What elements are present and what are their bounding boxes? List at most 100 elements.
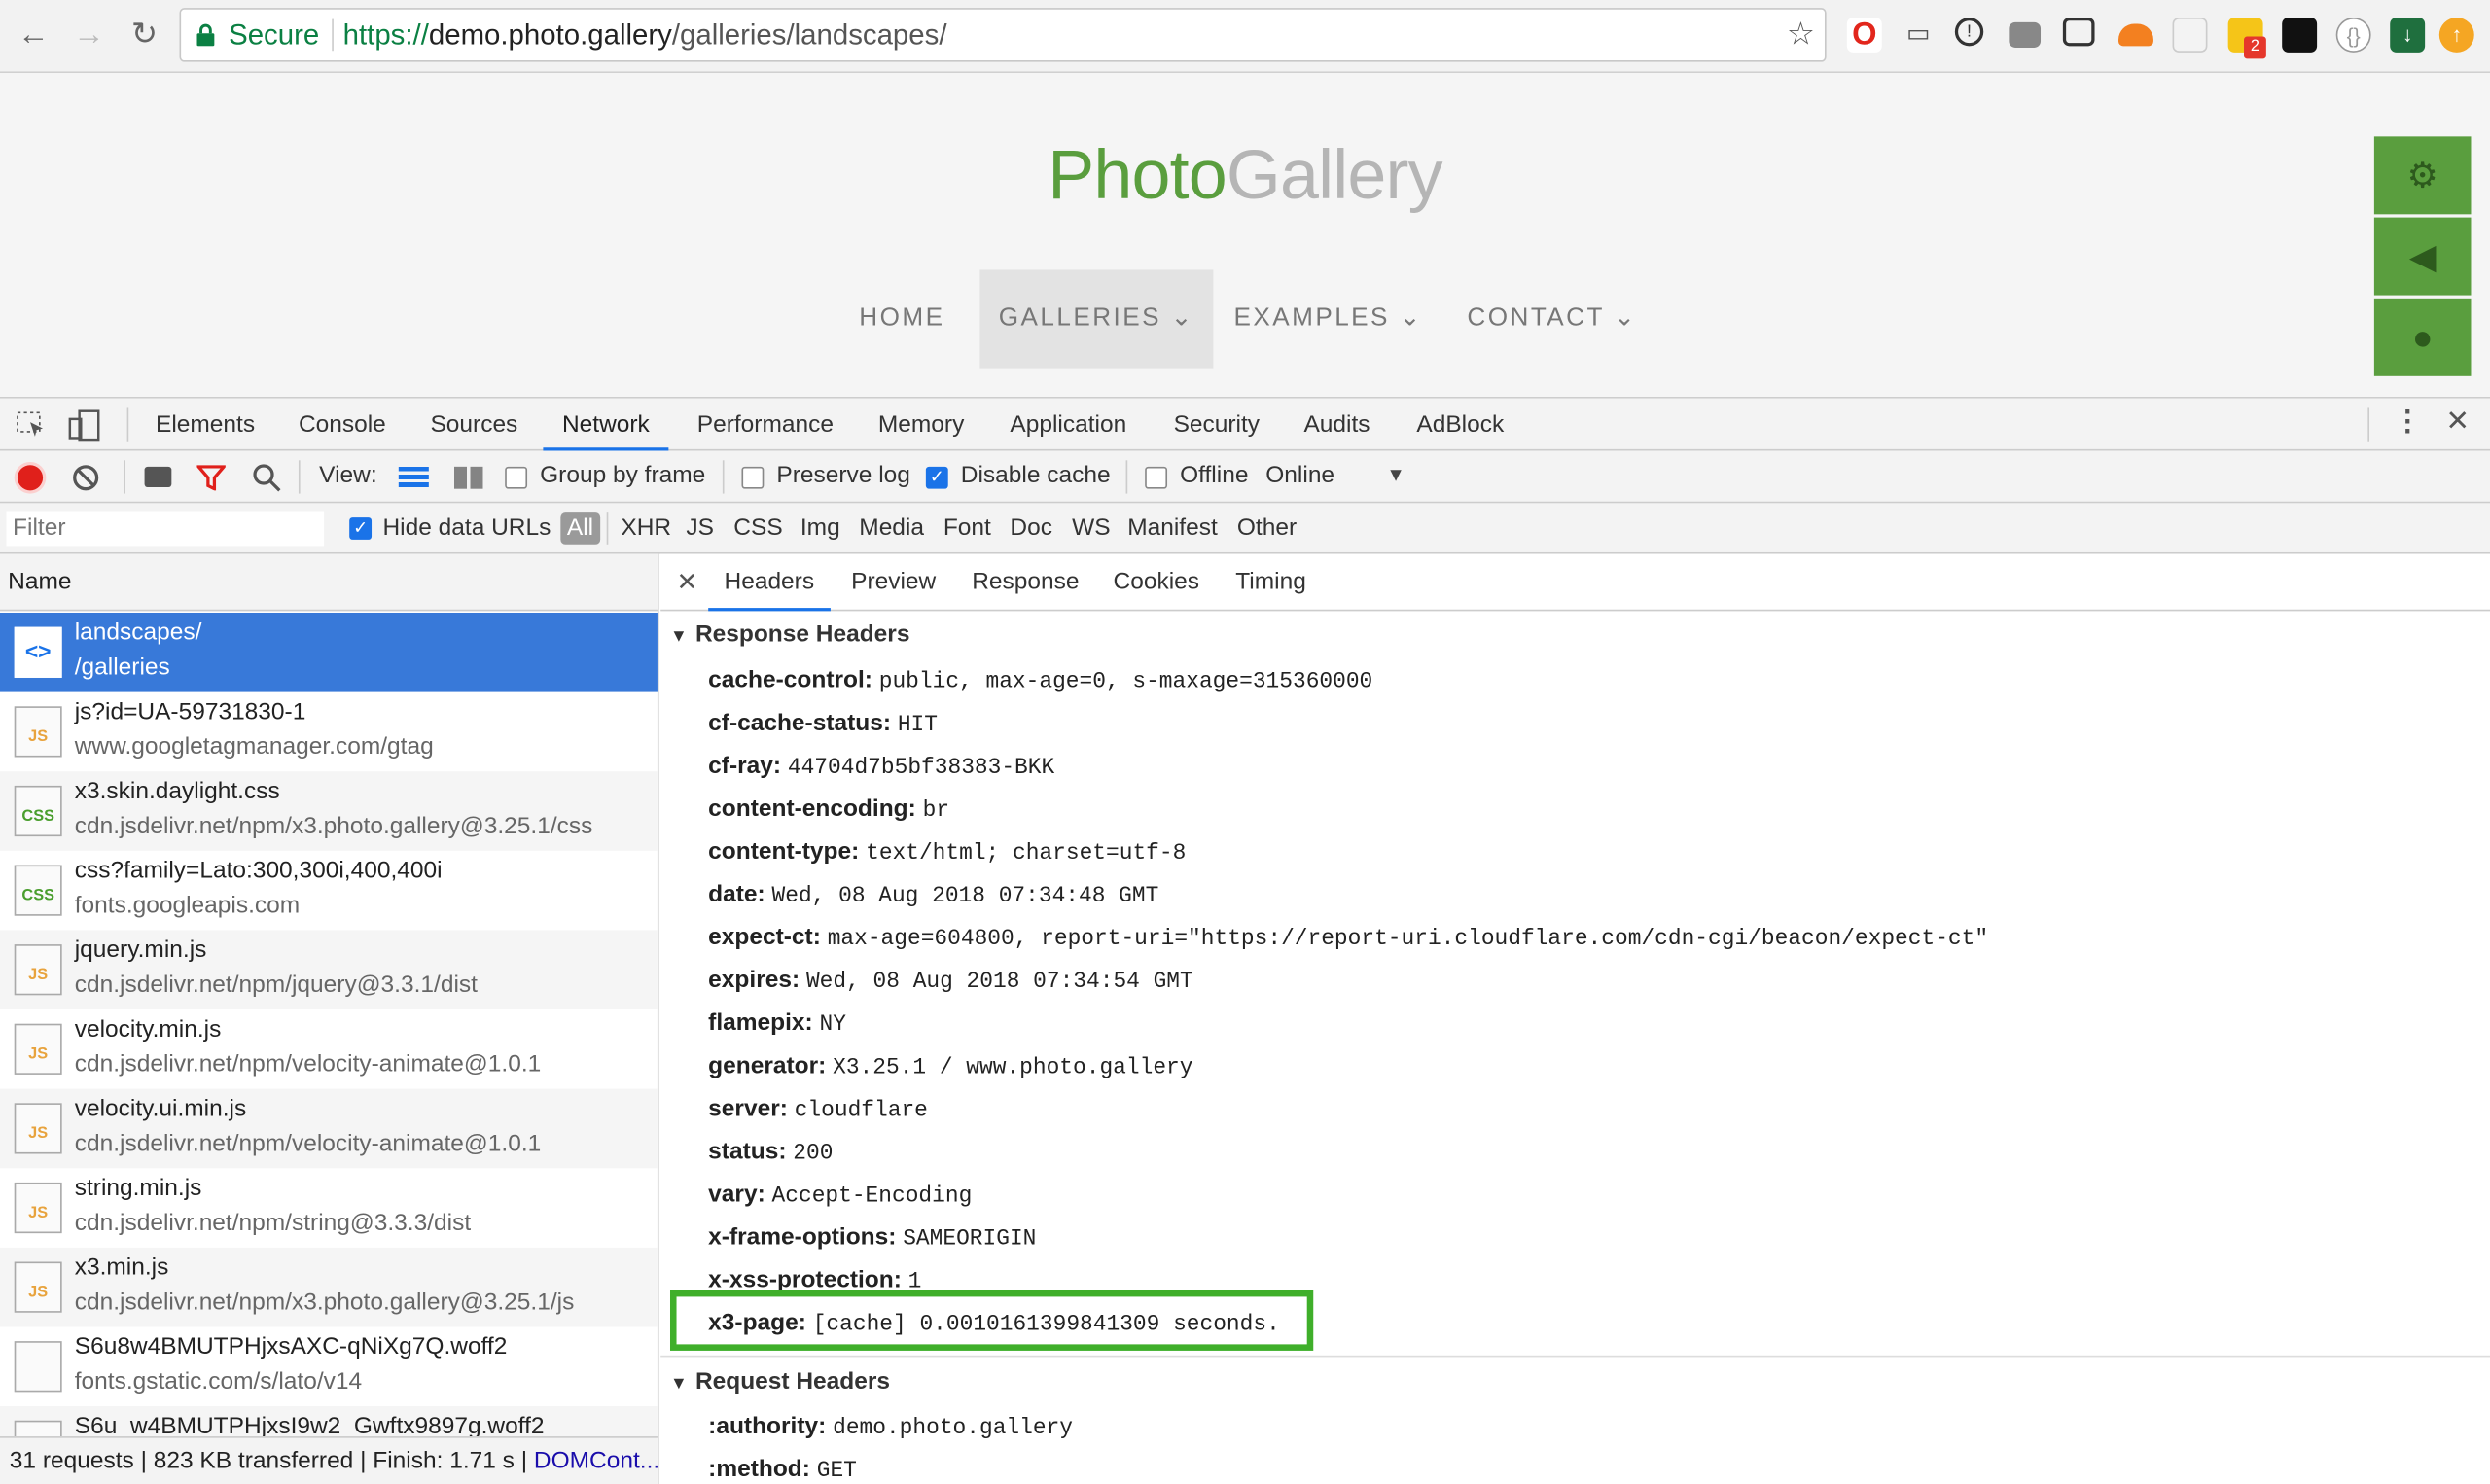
hide-data-urls-checkbox[interactable]: ✓ xyxy=(349,517,373,540)
offline-checkbox[interactable] xyxy=(1145,466,1168,489)
request-name: landscapes/ xyxy=(74,618,202,647)
filter-font[interactable]: Font xyxy=(943,512,991,545)
response-headers-toggle[interactable]: ▼ Response Headers xyxy=(670,620,909,648)
list-item[interactable]: S6u8w4BMUTPHjxsAXC-qNiXg7Q.woff2 fonts.g… xyxy=(0,1326,658,1406)
header-key: x-frame-options: xyxy=(708,1223,897,1252)
info-extension-icon[interactable]: ! xyxy=(1954,17,1984,47)
screenshot-icon[interactable] xyxy=(2062,17,2095,47)
tab-preview[interactable]: Preview xyxy=(851,554,936,612)
tab-application[interactable]: Application xyxy=(1010,399,1126,451)
filter-js[interactable]: JS xyxy=(686,512,714,545)
inspect-element-icon[interactable] xyxy=(16,411,48,440)
request-path: www.googletagmanager.com/gtag xyxy=(74,733,434,760)
request-name: jquery.min.js xyxy=(74,936,207,964)
list-item[interactable]: CSS css?family=Lato:300,300i,400,400i fo… xyxy=(0,851,658,931)
tab-timing[interactable]: Timing xyxy=(1235,554,1306,612)
clear-icon[interactable] xyxy=(73,465,99,491)
filter-doc[interactable]: Doc xyxy=(1010,512,1052,545)
header-key: expires: xyxy=(708,966,800,994)
menu-galleries[interactable]: GALLERIES ⌄ xyxy=(979,269,1214,369)
device-toolbar-icon[interactable] xyxy=(67,409,102,442)
filter-media[interactable]: Media xyxy=(859,512,924,545)
filter-all[interactable]: All xyxy=(560,512,600,545)
filter-other[interactable]: Other xyxy=(1237,512,1297,545)
request-headers-toggle[interactable]: ▼ Request Headers xyxy=(670,1368,890,1396)
filter-img[interactable]: Img xyxy=(800,512,840,545)
filter-ws[interactable]: WS xyxy=(1072,512,1110,545)
network-summary: 31 requests | 823 KB transferred | Finis… xyxy=(0,1436,658,1484)
tab-console[interactable]: Console xyxy=(299,399,386,451)
cast-icon[interactable]: ▭ xyxy=(1901,18,1936,53)
waterfall-icon[interactable] xyxy=(453,466,484,489)
audio-icon[interactable]: ◀ xyxy=(2373,217,2472,296)
menu-contact[interactable]: CONTACT ⌄ xyxy=(1445,269,1659,368)
header-value: NY xyxy=(819,1012,846,1039)
list-item[interactable]: JS velocity.min.js cdn.jsdelivr.net/npm/… xyxy=(0,1009,658,1089)
js-file-icon: JS xyxy=(14,1103,62,1154)
reload-icon[interactable]: ↻ xyxy=(125,16,163,53)
bookmark-star-icon[interactable]: ☆ xyxy=(1787,15,1815,54)
chat-bubble-icon[interactable]: ● xyxy=(2373,298,2472,376)
filter-xhr[interactable]: XHR xyxy=(621,512,671,545)
cloudflare-icon[interactable] xyxy=(2118,23,2153,47)
list-item[interactable]: JS jquery.min.js cdn.jsdelivr.net/npm/jq… xyxy=(0,930,658,1010)
camera-icon[interactable] xyxy=(2009,21,2042,48)
list-item[interactable]: <> landscapes/ /galleries xyxy=(0,612,658,692)
tab-network[interactable]: Network xyxy=(543,399,669,451)
record-icon[interactable] xyxy=(17,465,44,491)
settings-gear-icon[interactable]: ⚙ xyxy=(2373,136,2472,215)
large-rows-icon[interactable] xyxy=(398,466,429,489)
forward-icon[interactable]: → xyxy=(70,16,108,53)
filter-input[interactable] xyxy=(6,511,325,547)
list-item[interactable]: JS js?id=UA-59731830-1 www.googletagmana… xyxy=(0,692,658,772)
header-key: :authority: xyxy=(708,1412,827,1440)
list-item[interactable]: JS string.min.js cdn.jsdelivr.net/npm/st… xyxy=(0,1168,658,1248)
tab-sources[interactable]: Sources xyxy=(430,399,517,451)
tab-headers[interactable]: Headers xyxy=(708,554,831,612)
list-item[interactable]: S6u_w4BMUTPHjxsI9w2_Gwftx9897g.woff2 xyxy=(0,1406,658,1437)
address-bar[interactable]: Secure https://demo.photo.gallery/galler… xyxy=(179,8,1827,62)
disable-cache-checkbox[interactable]: ✓ xyxy=(925,466,948,489)
video-camera-icon[interactable] xyxy=(144,466,172,488)
list-item[interactable]: JS x3.min.js cdn.jsdelivr.net/npm/x3.pho… xyxy=(0,1247,658,1327)
document-extension-icon[interactable] xyxy=(2172,17,2208,53)
tab-adblock[interactable]: AdBlock xyxy=(1416,399,1504,451)
json-extension-icon[interactable]: {} xyxy=(2335,17,2371,53)
close-details-icon[interactable]: ✕ xyxy=(677,567,698,599)
group-by-frame-checkbox[interactable] xyxy=(505,466,528,489)
filter-manifest[interactable]: Manifest xyxy=(1127,512,1218,545)
site-logo[interactable]: PhotoGallery xyxy=(0,136,2490,216)
close-icon[interactable]: ✕ xyxy=(2445,405,2470,438)
menu-examples[interactable]: EXAMPLES ⌄ xyxy=(1223,269,1434,368)
tab-security[interactable]: Security xyxy=(1174,399,1260,451)
disable-cache-label: Disable cache xyxy=(960,461,1111,489)
css-file-icon: CSS xyxy=(14,785,62,837)
list-item[interactable]: CSS x3.skin.daylight.css cdn.jsdelivr.ne… xyxy=(0,771,658,851)
domcontentloaded-link[interactable]: DOMCont... xyxy=(534,1447,658,1474)
opera-extension-icon[interactable]: O xyxy=(1846,17,1882,53)
request-path: fonts.googleapis.com xyxy=(74,892,301,919)
html-file-icon: <> xyxy=(14,626,62,678)
search-icon[interactable] xyxy=(253,464,281,492)
filter-css[interactable]: CSS xyxy=(733,512,782,545)
unicorn-extension-icon[interactable] xyxy=(2282,17,2318,53)
list-item[interactable]: JS velocity.ui.min.js cdn.jsdelivr.net/n… xyxy=(0,1088,658,1169)
tab-memory[interactable]: Memory xyxy=(878,399,964,451)
menu-home[interactable]: HOME xyxy=(826,269,978,368)
preserve-log-checkbox[interactable] xyxy=(741,466,765,489)
tab-performance[interactable]: Performance xyxy=(697,399,834,451)
chevron-down-icon[interactable]: ▼ xyxy=(1386,464,1405,486)
download-extension-icon[interactable]: ↓ xyxy=(2390,17,2426,53)
throttling-select[interactable]: Online xyxy=(1265,462,1334,489)
tab-response[interactable]: Response xyxy=(972,554,1079,612)
tab-audits[interactable]: Audits xyxy=(1303,399,1370,451)
filter-icon[interactable] xyxy=(196,465,226,491)
name-column-header[interactable]: Name xyxy=(0,553,658,612)
update-icon[interactable]: ↑ xyxy=(2438,17,2474,53)
back-icon[interactable]: ← xyxy=(15,16,53,53)
divider xyxy=(332,18,334,52)
tab-cookies[interactable]: Cookies xyxy=(1114,554,1199,612)
more-options-icon[interactable]: ⋮ xyxy=(2393,405,2421,438)
tab-elements[interactable]: Elements xyxy=(156,399,255,451)
request-name: x3.skin.daylight.css xyxy=(74,777,280,805)
